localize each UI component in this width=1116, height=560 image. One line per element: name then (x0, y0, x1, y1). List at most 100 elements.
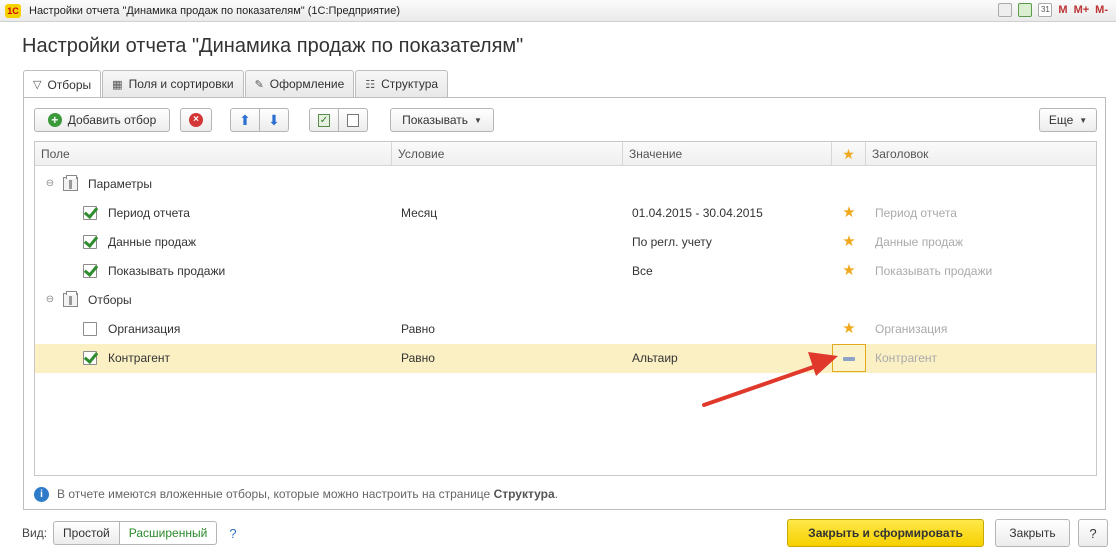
tab-label: Структура (381, 77, 439, 91)
tab-appearance[interactable]: ✎ Оформление (244, 70, 355, 97)
app-logo-icon: 1С (5, 3, 21, 18)
toolbar: + Добавить отбор × ⬆ ⬇ ✓ Показывать ▼ Ещ… (34, 108, 1097, 132)
close-and-build-button[interactable]: Закрыть и сформировать (787, 519, 984, 547)
table-row[interactable]: Организация Равно ★ Организация (35, 315, 1096, 344)
row-value[interactable]: Альтаир (632, 344, 678, 373)
row-value[interactable]: Все (632, 257, 653, 286)
table-row[interactable]: Данные продаж По регл. учету ★ Данные пр… (35, 228, 1096, 257)
table-row[interactable]: Показывать продажи Все ★ Показывать прод… (35, 257, 1096, 286)
filter-icon: ▽ (33, 79, 42, 91)
group-row-parameters[interactable]: ⊖ Параметры (35, 170, 1096, 199)
row-condition[interactable]: Равно (401, 344, 435, 373)
more-label: Еще (1048, 113, 1074, 127)
check-all-button[interactable]: ✓ (309, 108, 339, 132)
row-field: Организация (108, 322, 181, 336)
info-message: i В отчете имеются вложенные отборы, кот… (34, 486, 558, 502)
row-field: Контрагент (108, 351, 171, 365)
table-header: Поле Условие Значение ★ Заголовок (35, 142, 1096, 166)
row-field: Показывать продажи (108, 264, 226, 278)
uncheck-all-button[interactable] (338, 108, 368, 132)
more-button[interactable]: Еще ▼ (1039, 108, 1097, 132)
row-title[interactable]: Организация (875, 315, 947, 344)
row-field: Период отчета (108, 206, 190, 220)
memory-minus-button[interactable]: M- (1095, 4, 1108, 16)
close-button[interactable]: Закрыть (995, 519, 1070, 547)
star-icon[interactable]: ★ (832, 315, 866, 344)
view-simple-button[interactable]: Простой (53, 521, 120, 545)
row-checkbox[interactable] (83, 351, 97, 365)
group-label: Отборы (88, 293, 132, 307)
structure-link[interactable]: Структура (494, 487, 555, 501)
column-title[interactable]: Заголовок (866, 142, 1096, 166)
table-row-selected[interactable]: Контрагент Равно Альтаир Контрагент (35, 344, 1096, 373)
row-value[interactable]: 01.04.2015 - 30.04.2015 (632, 199, 763, 228)
arrow-down-icon: ⬇ (268, 112, 280, 128)
star-icon[interactable]: ★ (832, 199, 866, 228)
calculator-icon[interactable] (1018, 3, 1033, 17)
tab-fields-sorting[interactable]: ▦ Поля и сортировки (102, 70, 244, 97)
tab-structure[interactable]: ☷ Структура (355, 70, 449, 97)
row-title[interactable]: Контрагент (875, 344, 937, 373)
row-condition[interactable]: Равно (401, 315, 435, 344)
group-row-filters[interactable]: ⊖ Отборы (35, 286, 1096, 315)
minus-icon (843, 357, 855, 361)
row-field: Данные продаж (108, 235, 196, 249)
column-condition[interactable]: Условие (392, 142, 623, 166)
row-checkbox[interactable] (83, 322, 97, 336)
help-link[interactable]: ? (229, 526, 236, 541)
collapse-icon[interactable]: ⊖ (45, 179, 55, 189)
show-dropdown-button[interactable]: Показывать ▼ (390, 108, 494, 132)
tab-filters[interactable]: ▽ Отборы (23, 70, 102, 98)
folder-icon (63, 175, 78, 191)
view-extended-button[interactable]: Расширенный (119, 521, 218, 545)
view-label: Вид: (22, 526, 48, 540)
folder-icon (63, 291, 78, 307)
window-title: Настройки отчета "Динамика продаж по пок… (29, 4, 400, 17)
memory-m-button[interactable]: M (1058, 4, 1067, 16)
structure-icon: ☷ (365, 78, 376, 91)
calendar-icon[interactable]: 31 (1038, 3, 1053, 17)
move-down-button[interactable]: ⬇ (259, 108, 289, 132)
show-label: Показывать (402, 113, 468, 127)
add-filter-label: Добавить отбор (67, 113, 157, 127)
row-value[interactable]: По регл. учету (632, 228, 712, 257)
row-title[interactable]: Показывать продажи (875, 257, 992, 286)
row-checkbox[interactable] (83, 206, 97, 220)
info-text-end: . (554, 487, 558, 501)
memory-plus-button[interactable]: M+ (1074, 4, 1090, 16)
info-icon: i (34, 486, 49, 502)
title-tools: 31 M M+ M- (998, 3, 1108, 17)
star-icon[interactable]: ★ (832, 228, 866, 257)
collapse-icon[interactable]: ⊖ (45, 295, 55, 305)
column-star[interactable]: ★ (832, 142, 866, 166)
quick-access-toggle[interactable] (832, 344, 866, 372)
group-label: Параметры (88, 177, 152, 191)
columns-icon: ▦ (112, 78, 123, 91)
table-row[interactable]: Период отчета Месяц 01.04.2015 - 30.04.2… (35, 199, 1096, 228)
uncheck-all-icon (347, 113, 359, 127)
row-checkbox[interactable] (83, 235, 97, 249)
info-text: В отчете имеются вложенные отборы, котор… (57, 487, 558, 501)
delete-button[interactable]: × (180, 108, 212, 132)
help-button[interactable]: ? (1078, 519, 1108, 547)
tab-label: Поля и сортировки (128, 77, 234, 91)
delete-icon: × (189, 113, 203, 127)
tab-bar: ▽ Отборы ▦ Поля и сортировки ✎ Оформлени… (23, 70, 449, 98)
column-value[interactable]: Значение (623, 142, 832, 166)
column-field[interactable]: Поле (35, 142, 392, 166)
print-icon[interactable] (998, 3, 1013, 17)
chevron-down-icon: ▼ (1079, 115, 1088, 125)
window-titlebar: 1С Настройки отчета "Динамика продаж по … (0, 0, 1116, 22)
filters-table[interactable]: Поле Условие Значение ★ Заголовок ⊖ Пара… (34, 141, 1097, 476)
row-checkbox[interactable] (83, 264, 97, 278)
page-title: Настройки отчета "Динамика продаж по пок… (22, 35, 524, 57)
star-icon[interactable]: ★ (832, 257, 866, 286)
row-condition[interactable]: Месяц (401, 199, 437, 228)
arrow-up-icon: ⬆ (239, 112, 251, 128)
move-up-button[interactable]: ⬆ (230, 108, 260, 132)
add-filter-button[interactable]: + Добавить отбор (34, 108, 170, 132)
check-all-icon: ✓ (318, 113, 330, 127)
row-title[interactable]: Период отчета (875, 199, 957, 228)
view-switcher: Вид: Простой Расширенный ? (22, 521, 237, 545)
row-title[interactable]: Данные продаж (875, 228, 963, 257)
